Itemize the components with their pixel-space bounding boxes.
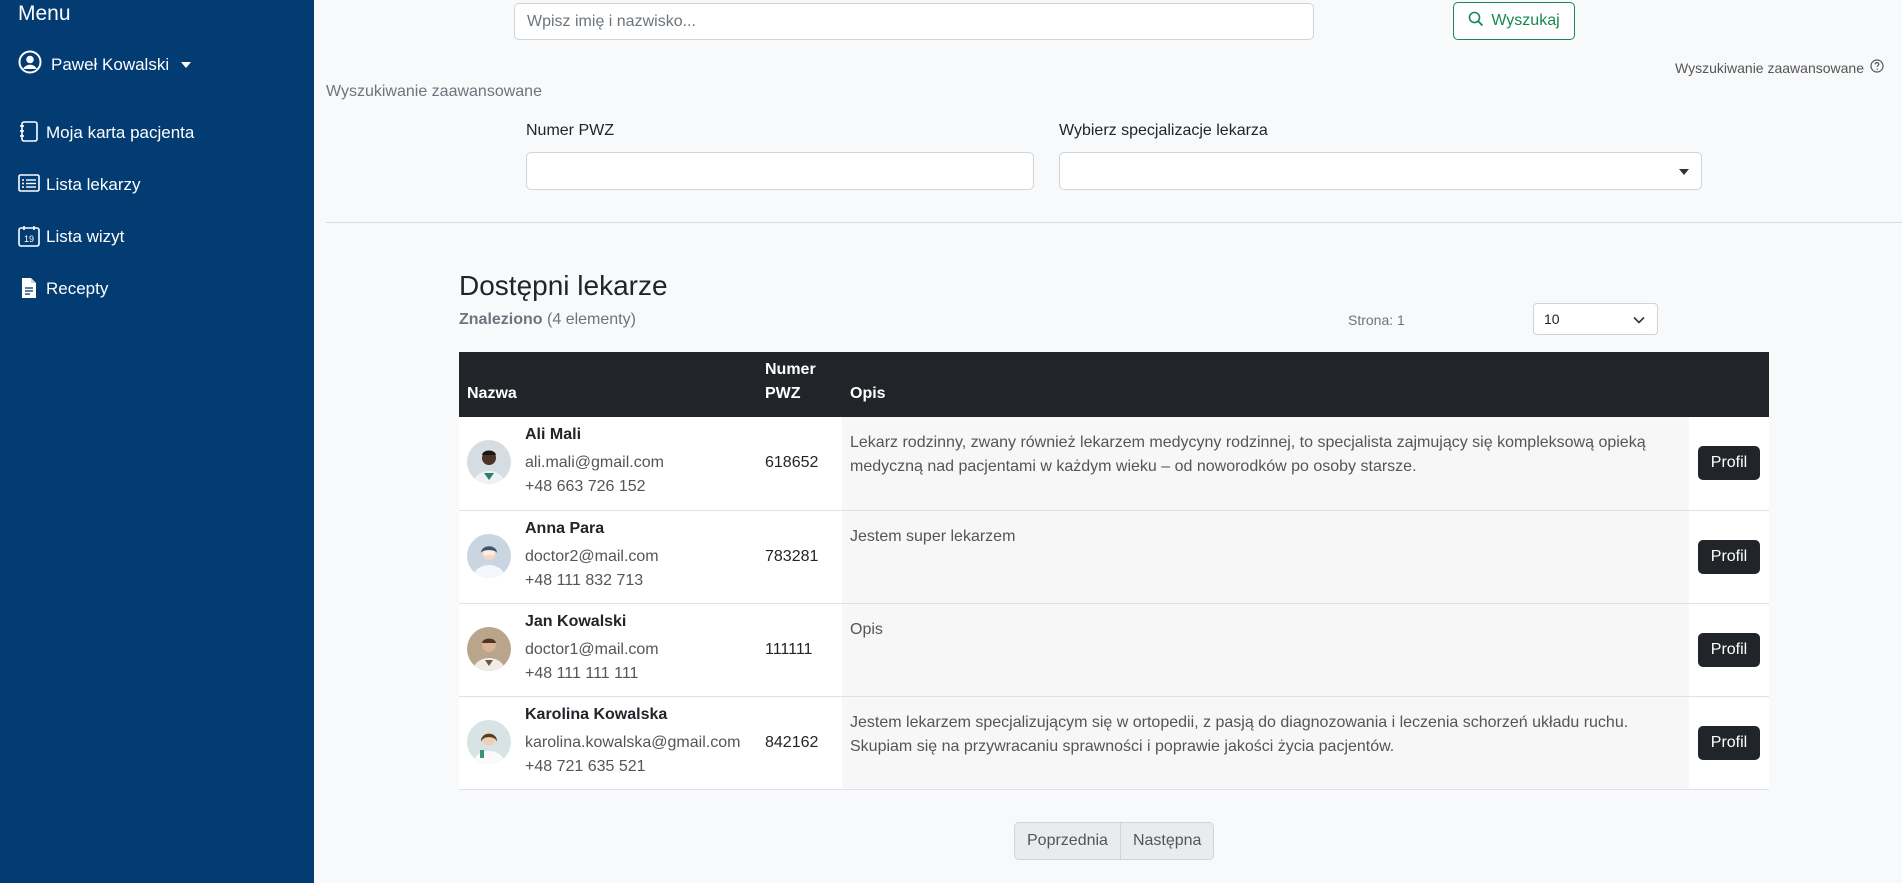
column-header-description: Opis [850, 385, 886, 402]
sidebar-item-visits[interactable]: 19 Lista wizyt [18, 225, 124, 247]
next-page-button[interactable]: Następna [1119, 823, 1214, 859]
table-row: Jan Kowalski doctor1@mail.com +48 111 11… [459, 603, 1769, 696]
advanced-search-link-label: Wyszukiwanie zaawansowane [1675, 59, 1864, 76]
doctor-email: doctor1@mail.com [525, 640, 659, 658]
sidebar-item-doctors[interactable]: Lista lekarzy [18, 173, 140, 195]
specialization-select[interactable] [1059, 152, 1702, 190]
doctor-description: Jestem lekarzem specjalizującym się w or… [842, 696, 1689, 789]
document-icon [18, 277, 40, 299]
doctor-email: ali.mali@gmail.com [525, 454, 664, 471]
doctor-avatar [467, 719, 511, 764]
doctor-name: Anna Para [525, 519, 605, 537]
doctor-description: Opis [842, 603, 1689, 696]
pagination: Poprzednia Następna [1014, 822, 1215, 860]
sidebar-item-label: Lista wizyt [46, 227, 125, 246]
doctor-avatar [467, 626, 511, 671]
doctor-phone: +48 111 111 111 [525, 664, 639, 682]
table-row: Anna Para doctor2@mail.com +48 111 832 7… [459, 510, 1769, 603]
sidebar-item-label: Moja karta pacjenta [46, 123, 195, 142]
doctor-description: Jestem super lekarzem [842, 510, 1689, 603]
search-button-label: Wyszukaj [1491, 12, 1560, 29]
advanced-search-title: Wyszukiwanie zaawansowane [326, 83, 542, 100]
profile-button[interactable]: Profil [1697, 632, 1761, 667]
doctor-description: Lekarz rodzinny, zwany również lekarzem … [842, 417, 1689, 510]
profile-button[interactable]: Profil [1697, 539, 1761, 574]
doctor-pwz: 783281 [765, 547, 819, 565]
sidebar: Menu Paweł Kowalski Moja karta pacjenta … [0, 0, 314, 883]
search-button[interactable]: Wyszukaj [1453, 2, 1575, 40]
divider [326, 222, 1902, 223]
notebook-icon [18, 121, 40, 143]
doctors-table: Nazwa Numer PWZ Opis Ali Mali ali.mali@gm… [459, 352, 1769, 790]
user-avatar-icon [18, 50, 51, 79]
doctor-phone: +48 111 832 713 [525, 571, 644, 589]
list-icon [18, 173, 40, 195]
page-title: Dostępni lekarze [459, 270, 668, 301]
search-icon [1468, 11, 1484, 32]
caret-down-icon [181, 61, 192, 68]
doctor-phone: +48 721 635 521 [525, 757, 646, 775]
doctor-name: Jan Kowalski [525, 612, 627, 630]
page-size-select[interactable]: 10 [1533, 303, 1658, 335]
results-count: Znaleziono (4 elementy) [459, 311, 636, 328]
advanced-search-toggle[interactable]: Wyszukiwanie zaawansowane [1675, 59, 1884, 76]
doctor-pwz: 842162 [765, 733, 819, 751]
menu-title: Menu [18, 2, 71, 25]
table-header: Nazwa Numer PWZ Opis [459, 352, 1769, 417]
svg-text:19: 19 [24, 234, 34, 244]
sidebar-item-label: Recepty [46, 279, 109, 298]
specialization-label: Wybierz specjalizacje lekarza [1059, 122, 1268, 139]
sidebar-item-label: Lista lekarzy [46, 175, 141, 194]
doctor-pwz: 111111 [765, 640, 813, 658]
search-input[interactable] [514, 3, 1314, 40]
doctor-avatar [467, 533, 511, 578]
user-name: Paweł Kowalski [51, 54, 170, 74]
table-row: Ali Mali ali.mali@gmail.com +48 663 726 … [459, 417, 1769, 510]
table-row: Karolina Kowalska karolina.kowalska@gmai… [459, 696, 1769, 789]
sidebar-item-prescriptions[interactable]: Recepty [18, 277, 108, 299]
dropdown-arrow-icon [1679, 169, 1689, 175]
profile-button[interactable]: Profil [1697, 725, 1761, 760]
doctor-phone: +48 663 726 152 [525, 478, 646, 495]
user-menu[interactable]: Paweł Kowalski [18, 50, 192, 79]
doctor-pwz: 618652 [765, 454, 819, 472]
sidebar-item-patient-card[interactable]: Moja karta pacjenta [18, 121, 194, 143]
profile-button[interactable]: Profil [1697, 446, 1761, 481]
chevron-down-icon [1633, 311, 1645, 327]
pwz-input[interactable] [526, 152, 1034, 190]
calendar-icon: 19 [18, 225, 40, 247]
doctor-name: Karolina Kowalska [525, 705, 668, 723]
column-header-pwz: Numer PWZ [765, 361, 816, 402]
doctor-name: Ali Mali [525, 426, 582, 443]
previous-page-button[interactable]: Poprzednia [1015, 823, 1120, 859]
page-indicator: Strona: 1 [1348, 312, 1405, 328]
pwz-label: Numer PWZ [526, 122, 614, 139]
help-icon [1870, 59, 1884, 76]
doctor-avatar [467, 440, 511, 484]
column-header-name: Nazwa [467, 385, 517, 402]
doctor-email: karolina.kowalska@gmail.com [525, 733, 741, 751]
doctor-email: doctor2@mail.com [525, 547, 659, 565]
